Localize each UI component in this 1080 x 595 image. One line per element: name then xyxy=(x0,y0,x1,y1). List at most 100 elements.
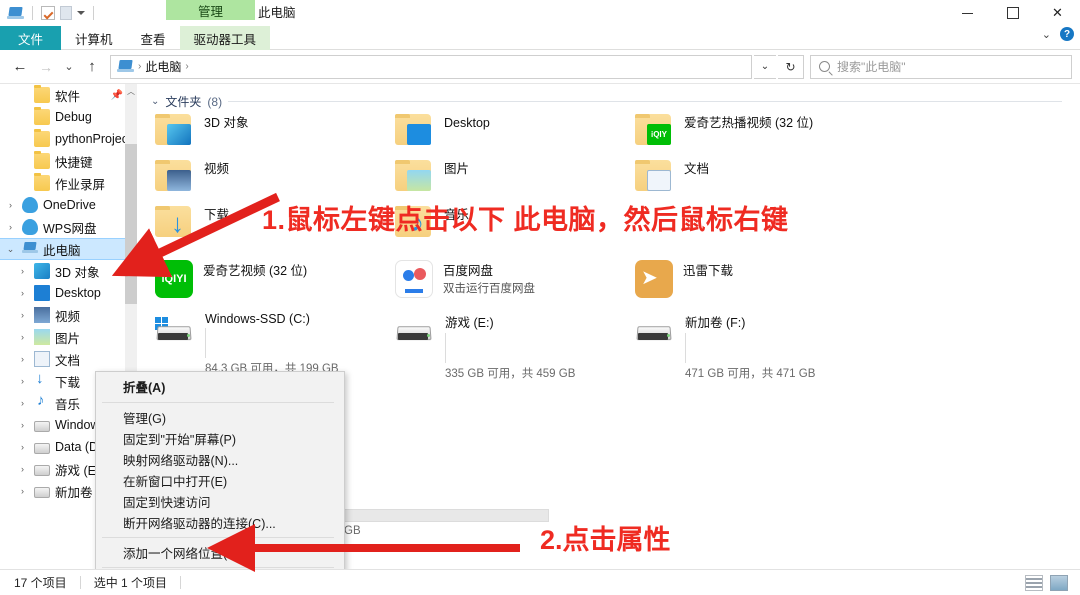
tree-item-label: 图片 xyxy=(55,331,81,346)
tree-item-12[interactable]: › 文档 xyxy=(0,348,137,370)
breadcrumb-separator-1[interactable]: › xyxy=(185,61,188,72)
tree-item-0[interactable]: 软件 📌 xyxy=(0,84,137,106)
recent-locations-button[interactable]: ⌄ xyxy=(60,54,78,80)
tree-item-label: 视频 xyxy=(55,309,81,324)
tree-item-2[interactable]: pythonProject xyxy=(0,128,137,150)
cloud-icon xyxy=(22,219,38,235)
tree-twisty-15[interactable]: › xyxy=(16,420,29,430)
folder-icon xyxy=(34,85,50,103)
drive-item-capacity: 471 GB 可用，共 471 GB xyxy=(685,368,816,380)
large-icons-view-icon[interactable] xyxy=(1050,574,1068,591)
close-button[interactable]: ✕ xyxy=(1035,0,1080,26)
up-button[interactable]: ↑ xyxy=(80,54,104,80)
nav-scroll-up-button[interactable]: ︿ xyxy=(125,84,137,98)
chevron-down-icon[interactable]: ⌄ xyxy=(1042,28,1051,41)
drive-icon xyxy=(395,312,435,350)
breadcrumb[interactable]: › 此电脑 › xyxy=(110,54,752,79)
drive-item[interactable]: 新加卷 (F:) 471 GB 可用，共 471 GB xyxy=(635,312,875,380)
tree-twisty-10[interactable]: › xyxy=(16,310,29,320)
address-history-dropdown[interactable]: ⌄ xyxy=(754,54,776,79)
tree-item-9[interactable]: › Desktop xyxy=(0,282,137,304)
forward-button[interactable]: → xyxy=(34,54,58,80)
ribbon-tab-strip: 文件 计算机 查看 驱动器工具 ⌄ ? xyxy=(0,26,1080,50)
breadcrumb-separator-0: › xyxy=(138,61,142,72)
contextual-tab-manage[interactable]: 管理 xyxy=(166,0,255,20)
tree-item-10[interactable]: › 视频 xyxy=(0,304,137,326)
properties-checkbox-icon[interactable] xyxy=(41,6,55,20)
refresh-button[interactable]: ↻ xyxy=(778,54,804,79)
tree-item-label: 音乐 xyxy=(55,397,81,412)
tab-computer[interactable]: 计算机 xyxy=(61,26,127,50)
nav-scroll-thumb-lower[interactable] xyxy=(125,264,137,304)
tree-twisty-5[interactable]: › xyxy=(4,200,17,210)
qat-divider-2 xyxy=(93,6,94,20)
context-menu-item-6[interactable]: 断开网络驱动器的连接(C)... xyxy=(96,512,344,533)
minimize-button[interactable] xyxy=(945,0,990,26)
tree-twisty-14[interactable]: › xyxy=(16,398,29,408)
search-input[interactable]: 搜索"此电脑" xyxy=(810,54,1072,79)
context-menu-item-1[interactable]: 管理(G) xyxy=(96,407,344,428)
tab-file[interactable]: 文件 xyxy=(0,26,62,50)
tree-item-1[interactable]: Debug xyxy=(0,106,137,128)
tree-twisty-9[interactable]: › xyxy=(16,288,29,298)
tab-drive-tools[interactable]: 驱动器工具 xyxy=(179,26,271,50)
drive-usage-bar xyxy=(685,333,686,363)
context-menu-item-0[interactable]: 折叠(A) xyxy=(96,375,344,398)
tree-item-7[interactable]: ⌄ 此电脑 xyxy=(0,238,137,260)
app-item[interactable]: 百度网盘 双击运行百度网盘 xyxy=(395,260,635,312)
app-item[interactable]: iQIYI 爱奇艺视频 (32 位) xyxy=(155,260,395,312)
drive-usage-bar xyxy=(445,333,446,363)
folder-item[interactable]: iQIY 爱奇艺热播视频 (32 位) xyxy=(635,112,965,158)
context-menu-item-label: 断开网络驱动器的连接(C)... xyxy=(123,517,276,531)
tree-twisty-13[interactable]: › xyxy=(16,376,29,386)
drive-item[interactable]: Windows-SSD (C:) 84.3 GB 可用，共 199 GB xyxy=(155,312,395,375)
group-header-folders[interactable]: ⌄ 文件夹 (8) xyxy=(151,93,1080,110)
hidden-drive-item[interactable]: GB xyxy=(344,509,549,557)
back-button[interactable]: ← xyxy=(8,54,32,80)
nav-scroll-thumb[interactable] xyxy=(125,144,137,264)
tree-twisty-11[interactable]: › xyxy=(16,332,29,342)
tree-item-6[interactable]: › WPS网盘 xyxy=(0,216,137,238)
chevron-down-icon[interactable]: ⌄ xyxy=(151,96,159,107)
customize-dropdown-icon[interactable] xyxy=(77,11,85,15)
tree-item-8[interactable]: › 3D 对象 xyxy=(0,260,137,282)
breadcrumb-item-this-pc[interactable]: 此电脑 xyxy=(145,58,181,75)
drive-item[interactable]: 游戏 (E:) 335 GB 可用，共 459 GB xyxy=(395,312,635,380)
tree-item-3[interactable]: 快捷键 xyxy=(0,150,137,172)
quick-access-toolbar xyxy=(0,0,97,26)
tree-item-5[interactable]: › OneDrive xyxy=(0,194,137,216)
drive-item-name: Windows-SSD (C:) xyxy=(205,312,310,326)
details-view-icon[interactable] xyxy=(1025,574,1043,591)
help-icon[interactable]: ? xyxy=(1060,27,1074,41)
context-menu-item-7[interactable]: 添加一个网络位置(L) xyxy=(96,542,344,563)
tree-item-label: 作业录屏 xyxy=(55,177,106,192)
context-menu-item-2[interactable]: 固定到"开始"屏幕(P) xyxy=(96,428,344,449)
app-item[interactable]: ➤ 迅雷下载 xyxy=(635,260,875,312)
title-bar: 管理 此电脑 ✕ xyxy=(0,0,1080,26)
tree-twisty-18[interactable]: › xyxy=(16,486,29,496)
context-menu-item-5[interactable]: 固定到快速访问 xyxy=(96,491,344,512)
status-divider-2 xyxy=(180,576,182,589)
tree-twisty-16[interactable]: › xyxy=(16,442,29,452)
tree-item-11[interactable]: › 图片 xyxy=(0,326,137,348)
context-menu-item-3[interactable]: 映射网络驱动器(N)... xyxy=(96,449,344,470)
tree-twisty-17[interactable]: › xyxy=(16,464,29,474)
tree-twisty-8[interactable]: › xyxy=(16,266,29,276)
tree-twisty-6[interactable]: › xyxy=(4,222,17,232)
this-pc-icon[interactable] xyxy=(7,7,24,20)
tree-twisty-12[interactable]: › xyxy=(16,354,29,364)
tab-view[interactable]: 查看 xyxy=(127,26,180,50)
iqiyi-app-icon: iQIYI xyxy=(155,260,193,298)
new-folder-icon[interactable] xyxy=(60,6,72,20)
tree-twisty-7[interactable]: ⌄ xyxy=(4,244,17,255)
context-menu: 折叠(A) 管理(G) 固定到"开始"屏幕(P) 映射网络驱动器(N)... 在新窗口中… xyxy=(95,371,345,569)
baidu-netdisk-icon xyxy=(395,260,433,298)
context-menu-item-4[interactable]: 在新窗口中打开(E) xyxy=(96,470,344,491)
maximize-button[interactable] xyxy=(990,0,1035,26)
folder-icon xyxy=(34,107,50,125)
folder-item[interactable]: Desktop xyxy=(395,112,635,158)
folder-item[interactable]: 3D 对象 xyxy=(155,112,395,158)
tree-item-4[interactable]: 作业录屏 xyxy=(0,172,137,194)
context-menu-item-label: 添加一个网络位置(L) xyxy=(123,547,239,561)
folder-item-label: 视频 xyxy=(204,162,230,176)
